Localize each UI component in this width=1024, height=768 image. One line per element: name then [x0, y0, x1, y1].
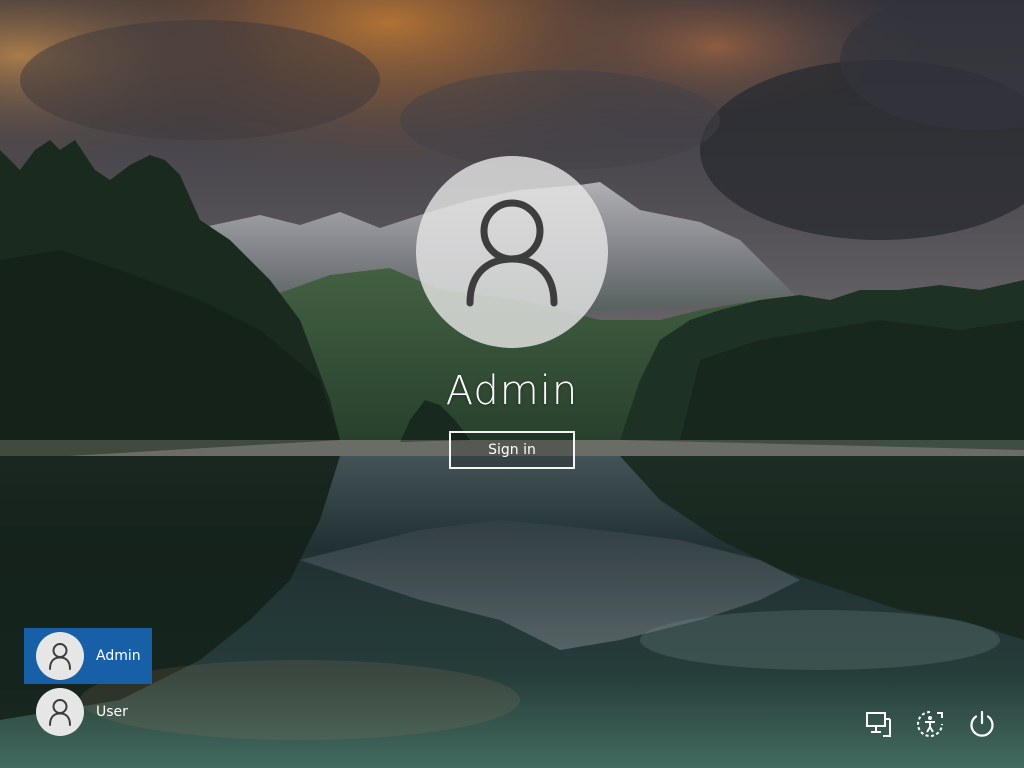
user-tile-user[interactable]: User — [24, 684, 152, 740]
user-tile-label: Admin — [96, 648, 141, 664]
sign-in-button[interactable]: Sign in — [449, 431, 575, 469]
power-icon[interactable] — [964, 706, 1000, 742]
ease-of-access-icon[interactable] — [912, 706, 948, 742]
current-user-name: Admin — [445, 368, 579, 414]
current-user-avatar — [416, 156, 608, 348]
user-avatar — [36, 688, 84, 736]
user-silhouette-icon — [49, 643, 71, 670]
network-icon[interactable] — [860, 706, 896, 742]
user-silhouette-icon — [49, 699, 71, 726]
user-tile-label: User — [96, 704, 128, 720]
user-silhouette-icon — [466, 199, 558, 307]
user-tile-admin[interactable]: Admin — [24, 628, 152, 684]
user-avatar — [36, 632, 84, 680]
system-icons — [860, 704, 1000, 744]
user-switcher-list: Admin User — [24, 628, 224, 740]
